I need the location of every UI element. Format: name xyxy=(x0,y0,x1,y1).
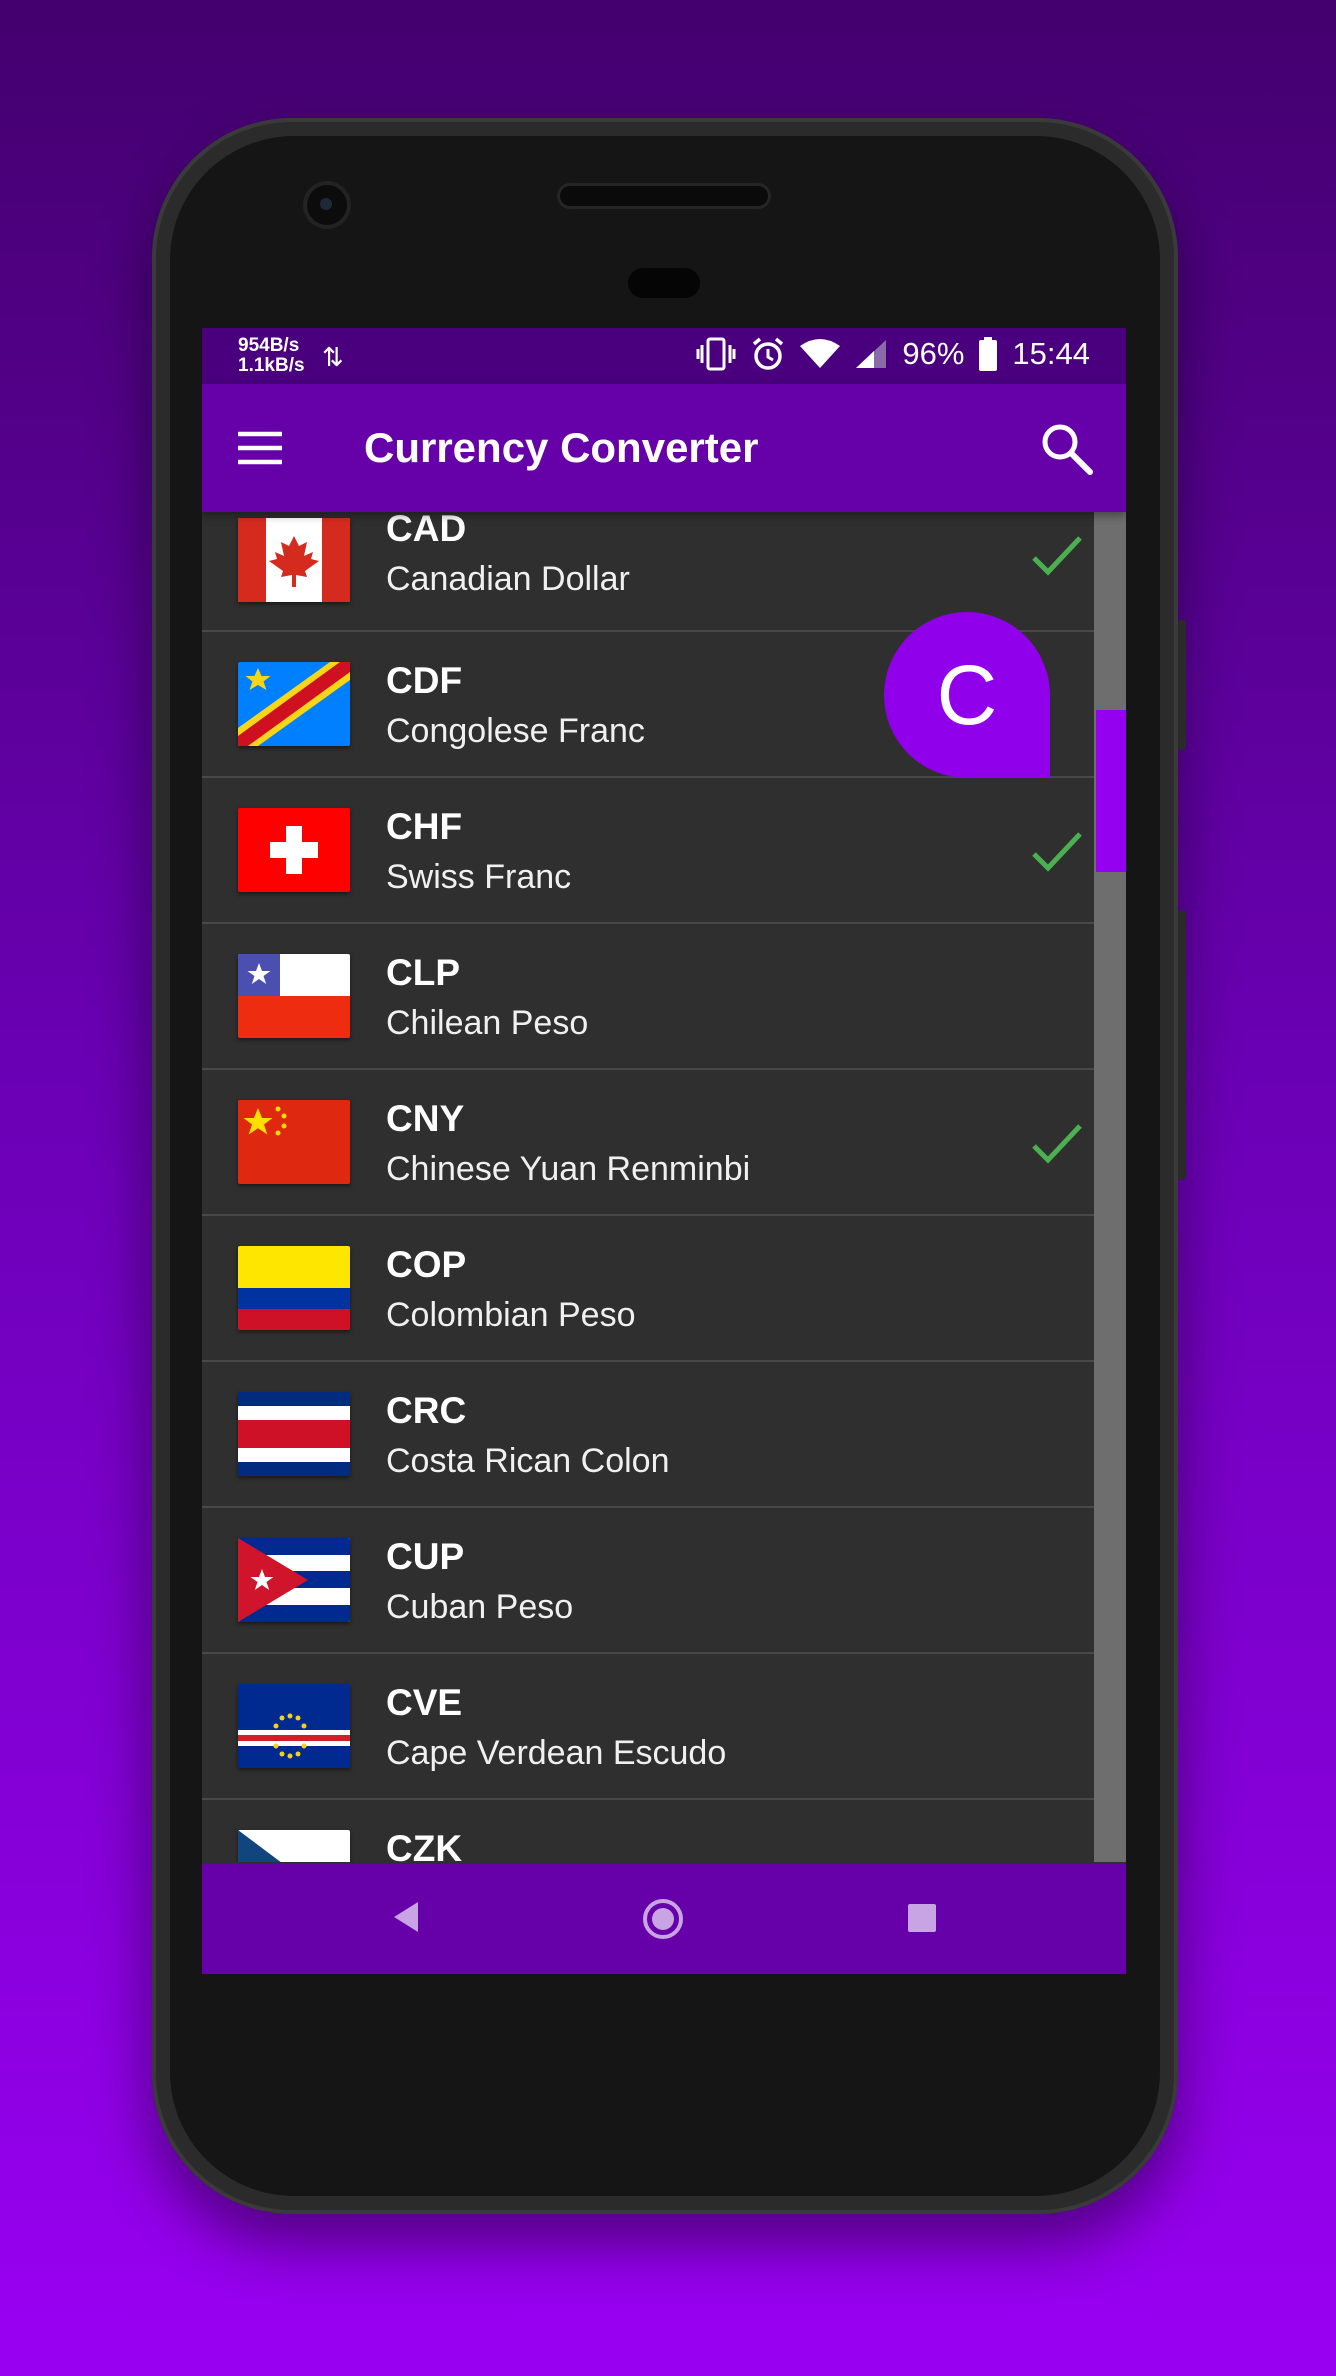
proximity-sensor xyxy=(628,268,700,298)
home-icon[interactable] xyxy=(642,1898,684,1940)
check-icon xyxy=(1032,536,1082,576)
recents-icon[interactable] xyxy=(908,1904,936,1932)
menu-icon[interactable] xyxy=(232,420,288,476)
search-icon[interactable] xyxy=(1036,418,1096,478)
signal-icon xyxy=(856,340,887,368)
currency-row-cny[interactable]: CNY Chinese Yuan Renminbi xyxy=(202,1070,1094,1216)
currency-name: Canadian Dollar xyxy=(386,560,630,598)
congo-flag-icon xyxy=(238,662,350,746)
status-bar: 954B/s 1.1kB/s ⇅ 96% 15:44 xyxy=(202,328,1126,384)
chile-flag-icon xyxy=(238,954,350,1038)
check-icon xyxy=(1032,832,1082,872)
navigation-bar xyxy=(202,1864,1126,1974)
currency-code: CLP xyxy=(386,952,460,993)
currency-row-chf[interactable]: CHF Swiss Franc xyxy=(202,778,1094,924)
wifi-icon xyxy=(800,339,841,368)
currency-code: COP xyxy=(386,1244,467,1285)
network-speed: 954B/s 1.1kB/s xyxy=(238,336,305,376)
currency-row-cve[interactable]: CVE Cape Verdean Escudo xyxy=(202,1654,1094,1800)
cape-verde-flag-icon xyxy=(238,1684,350,1768)
currency-name: Cuban Peso xyxy=(386,1588,574,1626)
check-icon xyxy=(1032,1124,1082,1164)
alarm-icon xyxy=(753,337,784,370)
currency-name: Chilean Peso xyxy=(386,1004,589,1042)
net-down-speed: 1.1kB/s xyxy=(238,355,305,376)
currency-code: CUP xyxy=(386,1536,465,1577)
currency-name: Colombian Peso xyxy=(386,1296,636,1334)
data-transfer-icon: ⇅ xyxy=(322,342,344,372)
back-icon[interactable] xyxy=(390,1900,420,1934)
currency-row-cop[interactable]: COP Colombian Peso xyxy=(202,1216,1094,1362)
canada-flag-icon xyxy=(238,518,350,602)
currency-name: Swiss Franc xyxy=(386,858,572,896)
earpiece-speaker xyxy=(560,186,768,206)
power-button xyxy=(1178,910,1186,1180)
switzerland-flag-icon xyxy=(238,808,350,892)
status-icons: 96% 15:44 xyxy=(696,336,1090,372)
scrollbar-thumb[interactable] xyxy=(1096,710,1126,872)
clock: 15:44 xyxy=(1012,336,1090,371)
cuba-flag-icon xyxy=(238,1538,350,1622)
section-index-bubble: C xyxy=(884,612,1050,778)
net-up-speed: 954B/s xyxy=(238,335,300,356)
currency-row-crc[interactable]: CRC Costa Rican Colon xyxy=(202,1362,1094,1508)
currency-row-clp[interactable]: CLP Chilean Peso xyxy=(202,924,1094,1070)
czech-flag-icon xyxy=(238,1830,350,1862)
currency-name: Costa Rican Colon xyxy=(386,1442,670,1480)
currency-row-czk[interactable]: CZK xyxy=(202,1800,1094,1862)
app-bar: Currency Converter xyxy=(202,384,1126,512)
currency-row-cup[interactable]: CUP Cuban Peso xyxy=(202,1508,1094,1654)
front-camera xyxy=(307,185,347,225)
currency-name: Congolese Franc xyxy=(386,712,645,750)
page-title: Currency Converter xyxy=(364,424,759,471)
china-flag-icon xyxy=(238,1100,350,1184)
currency-code: CZK xyxy=(386,1828,463,1862)
volume-button xyxy=(1178,620,1186,750)
currency-name: Chinese Yuan Renminbi xyxy=(386,1150,751,1188)
currency-code: CNY xyxy=(386,1098,465,1139)
colombia-flag-icon xyxy=(238,1246,350,1330)
currency-code: CAD xyxy=(386,512,467,549)
phone-screen: 954B/s 1.1kB/s ⇅ 96% 15:44 Currency Conv… xyxy=(202,328,1126,1974)
currency-name: Cape Verdean Escudo xyxy=(386,1734,727,1772)
costa-rica-flag-icon xyxy=(238,1392,350,1476)
battery-percent: 96% xyxy=(902,336,965,371)
vibrate-icon xyxy=(696,337,736,371)
currency-code: CDF xyxy=(386,660,463,701)
currency-code: CVE xyxy=(386,1682,463,1723)
currency-code: CRC xyxy=(386,1390,467,1431)
currency-code: CHF xyxy=(386,806,463,847)
battery-icon xyxy=(979,337,998,371)
